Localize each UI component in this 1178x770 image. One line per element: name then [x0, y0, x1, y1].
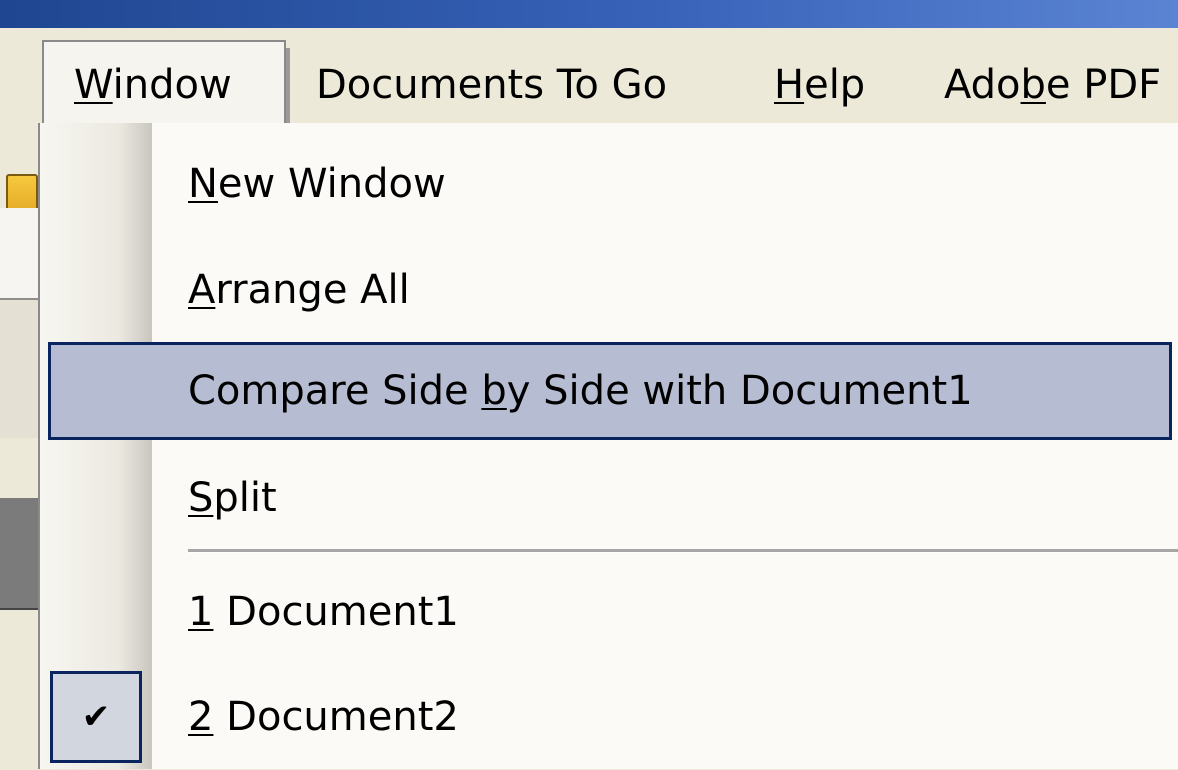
ruler-strip: [0, 300, 42, 438]
menu-documents-to-go-label: Documents To Go: [316, 62, 668, 108]
menu-item-document1[interactable]: 1 Document1: [40, 559, 1178, 665]
menu-item-label: 2 Document2: [188, 694, 459, 740]
menu-item-label: 1 Document1: [188, 589, 459, 635]
menu-separator: [188, 549, 1178, 553]
menu-item-label: Split: [188, 475, 277, 521]
menu-bar: Window Documents To Go Help Adobe PDF: [42, 28, 1178, 128]
menu-item-label: Arrange All: [188, 267, 410, 313]
menu-window[interactable]: Window: [42, 40, 290, 128]
window-menu-dropdown: New Window Arrange All Compare Side by S…: [38, 123, 1178, 769]
menu-item-split[interactable]: Split: [40, 445, 1178, 551]
toolbar-strip: [0, 208, 42, 300]
background-app-edge: [0, 28, 42, 769]
menu-documents-to-go[interactable]: Documents To Go: [316, 48, 667, 122]
menu-help[interactable]: Help: [774, 48, 865, 122]
window-title-bar: [0, 0, 1178, 28]
menu-window-label: Window: [74, 62, 232, 108]
menu-item-label: Compare Side by Side with Document1: [188, 368, 973, 414]
menu-item-arrange-all[interactable]: Arrange All: [40, 237, 1178, 343]
menu-help-label: Help: [774, 62, 866, 108]
menu-item-new-window[interactable]: New Window: [40, 131, 1178, 237]
menu-adobe-pdf-label: Adobe PDF: [944, 62, 1162, 108]
document-area-edge: [0, 498, 42, 608]
menu-item-label: New Window: [188, 161, 446, 207]
divider: [0, 608, 42, 610]
menu-item-compare-side-by-side[interactable]: Compare Side by Side with Document1: [40, 342, 1178, 440]
menu-adobe-pdf[interactable]: Adobe PDF: [944, 48, 1161, 122]
menu-item-document2[interactable]: 2 Document2: [40, 664, 1178, 770]
